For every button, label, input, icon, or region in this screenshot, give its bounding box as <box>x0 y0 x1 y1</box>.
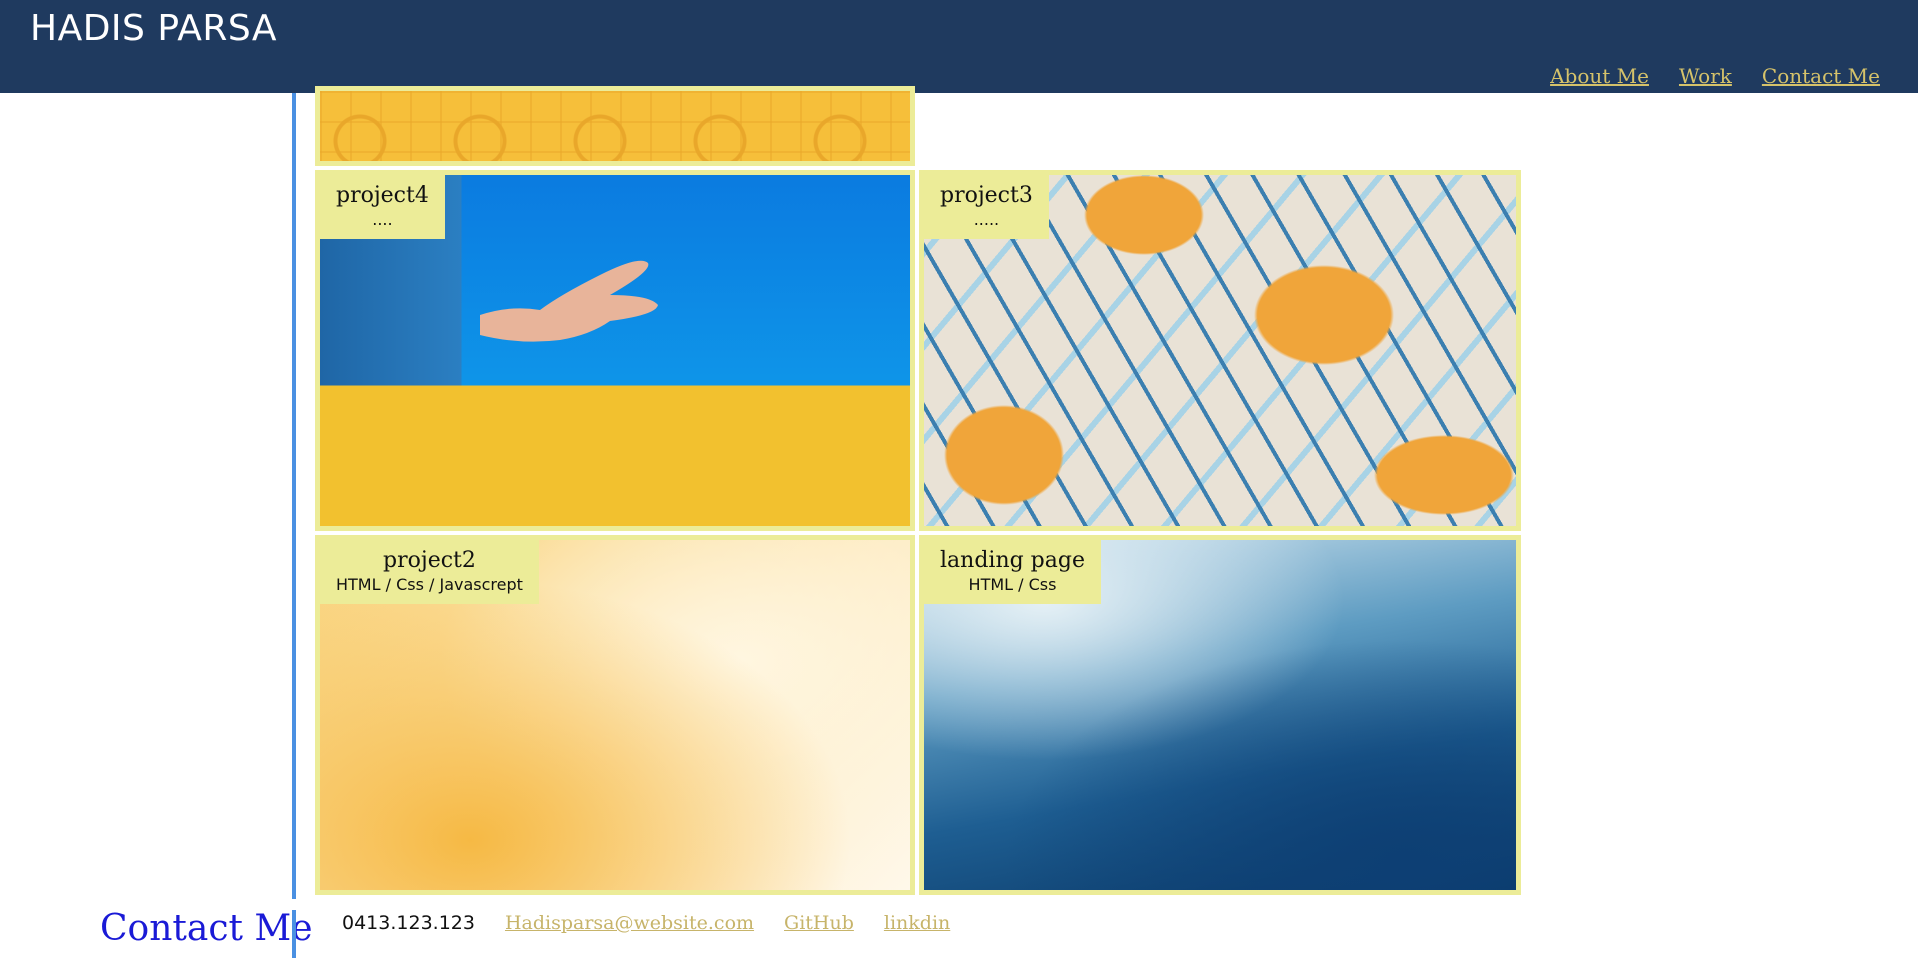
phone-number: 0413.123.123 <box>342 912 475 934</box>
github-link[interactable]: GitHub <box>784 912 854 934</box>
project-card-project2[interactable]: project2 HTML / Css / Javascrept <box>315 535 915 895</box>
project-title: landing page <box>940 548 1085 573</box>
project-title: project4 <box>336 183 429 208</box>
nav-about-link[interactable]: About Me <box>1550 64 1649 88</box>
project-subtitle: HTML / Css <box>968 575 1057 594</box>
main-nav: About Me Work Contact Me <box>1550 64 1880 88</box>
section-divider <box>292 93 296 899</box>
project-label: project2 HTML / Css / Javascrept <box>320 540 539 604</box>
project-card-top[interactable] <box>315 86 915 166</box>
project-subtitle: .... <box>372 210 393 229</box>
project-card-project3[interactable]: project3 ..... <box>919 170 1521 531</box>
peace-hand-image <box>480 260 658 342</box>
project-title: project3 <box>940 183 1033 208</box>
project-label: project3 ..... <box>924 175 1049 239</box>
nav-contact-link[interactable]: Contact Me <box>1762 64 1880 88</box>
project-label: landing page HTML / Css <box>924 540 1101 604</box>
project-subtitle: HTML / Css / Javascrept <box>336 575 523 594</box>
project-title: project2 <box>383 548 476 573</box>
site-header: HADIS PARSA About Me Work Contact Me <box>0 0 1918 93</box>
email-link[interactable]: Hadisparsa@website.com <box>505 912 754 934</box>
project-subtitle: ..... <box>973 210 1000 229</box>
contact-info: 0413.123.123 Hadisparsa@website.com GitH… <box>342 912 950 934</box>
project-card-project4[interactable]: project4 .... <box>315 170 915 531</box>
project-card-landing-page[interactable]: landing page HTML / Css <box>919 535 1521 895</box>
contact-divider <box>292 910 296 958</box>
contact-heading: Contact Me <box>100 908 313 949</box>
project-label: project4 .... <box>320 175 445 239</box>
linkedin-link[interactable]: linkdin <box>884 912 950 934</box>
brand-logo[interactable]: HADIS PARSA <box>30 8 277 49</box>
nav-work-link[interactable]: Work <box>1679 64 1732 88</box>
project-image <box>320 91 910 161</box>
